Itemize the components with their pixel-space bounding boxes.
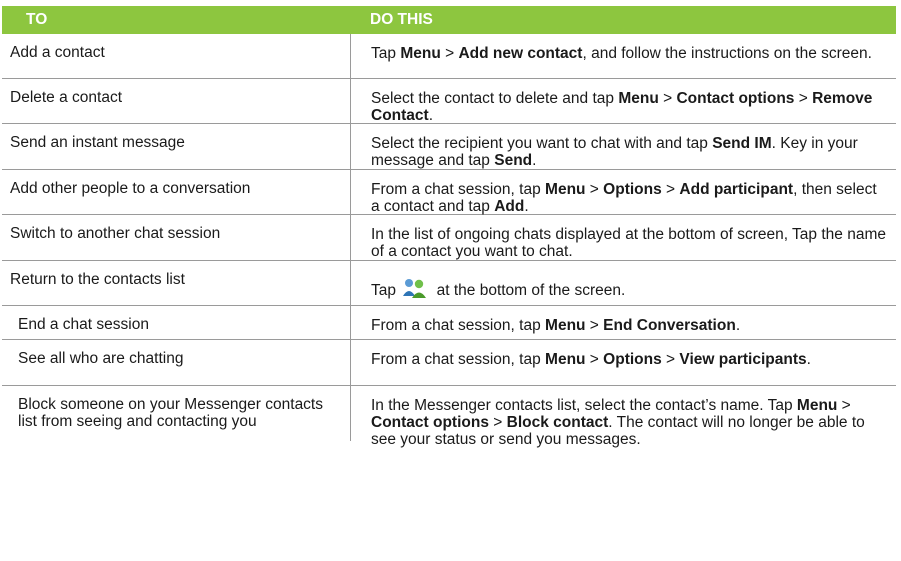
action-label: End a chat session <box>18 316 149 333</box>
menu-term: View participants <box>679 351 807 368</box>
instruction-fragment: > <box>658 90 677 107</box>
instruction-fragment: , and follow the instructions on the scr… <box>582 45 872 62</box>
header-to: TO <box>26 11 48 28</box>
instruction-fragment: > <box>585 181 604 198</box>
instruction-fragment: > <box>661 351 680 368</box>
instruction-text: From a chat session, tap Menu > End Conv… <box>350 306 896 339</box>
menu-term: Menu <box>545 317 586 334</box>
instruction-fragment: Tap <box>371 282 401 299</box>
instruction-text: In the Messenger contacts list, select t… <box>350 386 896 448</box>
table-row: See all who are chatting From a chat sess… <box>2 340 896 386</box>
action-label: Return to the contacts list <box>10 271 185 288</box>
instruction-fragment: In the Messenger contacts list, select t… <box>371 397 797 414</box>
action-label: Send an instant message <box>10 134 185 151</box>
table-row: Add a contact Tap Menu > Add new contact,… <box>2 34 896 79</box>
action-label: See all who are chatting <box>18 350 184 367</box>
table-row: Add other people to a conversation From a… <box>2 170 896 215</box>
instruction-text: Tap Menu > Add new contact, and follow t… <box>350 34 896 78</box>
table-header: TO DO THIS <box>2 6 896 34</box>
menu-term: Menu <box>796 397 838 414</box>
action-label: Add a contact <box>10 44 105 61</box>
instruction-fragment: at the bottom of the screen. <box>432 282 626 299</box>
instruction-fragment: From a chat session, tap <box>371 317 546 334</box>
table-row: Block someone on your Messenger contacts… <box>2 386 896 448</box>
instruction-text: From a chat session, tap Menu > Options … <box>350 170 896 215</box>
instruction-fragment: From a chat session, tap <box>371 351 546 368</box>
instruction-fragment: . <box>524 198 529 215</box>
menu-term: Add <box>494 198 525 215</box>
table-body: Add a contact Tap Menu > Add new contact,… <box>2 34 896 448</box>
instruction-fragment: In the list of ongoing chats displayed a… <box>371 226 886 260</box>
menu-term: Add participant <box>679 181 794 198</box>
instruction-fragment: > <box>585 351 604 368</box>
action-label: Add other people to a conversation <box>10 180 251 197</box>
menu-term: Options <box>603 351 662 368</box>
header-do-this: DO THIS <box>370 11 433 28</box>
action-label: Switch to another chat session <box>10 225 221 242</box>
instruction-fragment: From a chat session, tap <box>371 181 546 198</box>
menu-term: Options <box>603 181 662 198</box>
menu-term: Menu <box>545 181 586 198</box>
instruction-fragment: Tap <box>371 45 401 62</box>
instruction-fragment: > <box>661 181 680 198</box>
menu-term: Contact options <box>676 90 795 107</box>
action-label: Delete a contact <box>10 89 123 106</box>
table-row: End a chat session From a chat session, t… <box>2 306 896 340</box>
instruction-fragment: . <box>428 107 434 124</box>
instruction-fragment: > <box>488 414 507 431</box>
menu-term: Send <box>494 152 533 169</box>
instruction-fragment: > <box>794 90 813 107</box>
table-row: Return to the contacts list Tap at the bo… <box>2 261 896 306</box>
instruction-fragment: > <box>837 397 851 414</box>
instruction-fragment: . <box>806 351 811 368</box>
menu-term: Add new contact <box>458 45 583 62</box>
action-label: Block someone on your Messenger contacts… <box>18 396 323 430</box>
menu-term: Block contact <box>506 414 609 431</box>
instruction-fragment: Select the contact to delete and tap <box>371 90 619 107</box>
table-row: Send an instant message Select the recipi… <box>2 124 896 170</box>
instruction-fragment: . <box>532 152 537 169</box>
table-row: Switch to another chat session In the lis… <box>2 215 896 261</box>
menu-term: End Conversation <box>603 317 736 334</box>
menu-term: Send IM <box>712 135 772 152</box>
menu-term: Menu <box>545 351 586 368</box>
instruction-text: From a chat session, tap Menu > Options … <box>350 340 896 385</box>
instruction-fragment: Select the recipient you want to chat wi… <box>371 135 713 152</box>
instruction-text: Select the recipient you want to chat wi… <box>350 124 896 169</box>
menu-term: Contact options <box>371 414 489 431</box>
instruction-fragment: > <box>585 317 604 334</box>
instructions-table: TO DO THIS Add a contact Tap Menu > Add n… <box>2 6 896 448</box>
table-row: Delete a contact Select the contact to de… <box>2 79 896 124</box>
instruction-fragment: > <box>440 45 459 62</box>
instruction-fragment: . <box>735 317 741 334</box>
instruction-text: Tap at the bottom of the screen. <box>350 261 896 305</box>
instruction-text: In the list of ongoing chats displayed a… <box>350 215 896 260</box>
menu-term: Menu <box>400 45 441 62</box>
contacts-icon <box>402 277 428 299</box>
instruction-text: Select the contact to delete and tap Men… <box>350 79 896 124</box>
menu-term: Menu <box>618 90 659 107</box>
